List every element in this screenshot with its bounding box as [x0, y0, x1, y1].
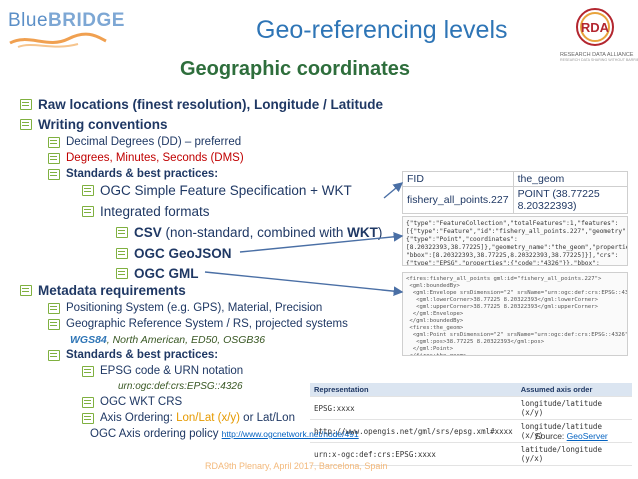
table-cell: latitude/longitude (y/x): [516, 442, 632, 466]
table-cell: EPSG:xxxx: [310, 396, 517, 420]
axis-order-table: Representation Assumed axis order EPSG:x…: [310, 383, 632, 466]
geojson-arrow: [239, 231, 404, 253]
table-header-row: Representation Assumed axis order: [310, 383, 632, 397]
source-label: Source:: [535, 431, 567, 441]
source-note: Source: GeoServer: [535, 431, 608, 441]
table-header-cell: Assumed axis order: [516, 383, 632, 397]
table-cell: longitude/latitude (x/y): [516, 396, 632, 420]
table-cell: http://www.opengis.net/gml/srs/epsg.xml#…: [310, 419, 517, 443]
csv-arrow: [383, 182, 404, 199]
table-header-cell: Representation: [310, 383, 517, 397]
source-link[interactable]: GeoServer: [567, 431, 608, 441]
footer-text: RDA9th Plenary, April 2017, Barcelona, S…: [205, 461, 388, 471]
gml-arrow: [204, 271, 404, 297]
table-row: EPSG:xxxx longitude/latitude (x/y): [310, 396, 632, 420]
